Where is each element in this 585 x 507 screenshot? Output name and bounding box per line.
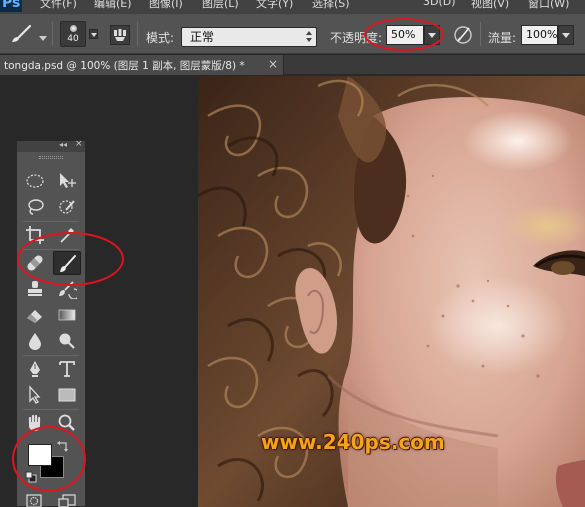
screen-mode-icon bbox=[58, 494, 76, 507]
blend-mode-value: 正常 bbox=[190, 30, 215, 44]
separator bbox=[480, 22, 481, 46]
flow-input[interactable]: 100% bbox=[521, 25, 558, 45]
pressure-opacity-toggle[interactable] bbox=[452, 24, 474, 46]
screen-mode-button[interactable] bbox=[57, 493, 79, 507]
pen-pressure-icon bbox=[454, 26, 472, 44]
panel-grip[interactable] bbox=[39, 156, 63, 159]
photoshop-logo: Ps bbox=[0, 0, 22, 12]
collapse-panel-icon[interactable]: ◂◂ bbox=[59, 140, 67, 149]
separator bbox=[23, 409, 79, 410]
dodge-icon bbox=[59, 333, 75, 349]
brush-icon bbox=[12, 24, 32, 42]
blur-tool[interactable] bbox=[21, 329, 49, 353]
move-icon bbox=[60, 173, 76, 188]
gradient-tool[interactable] bbox=[53, 303, 81, 327]
menu-type[interactable]: 文字(Y) bbox=[256, 0, 293, 11]
separator bbox=[137, 22, 138, 46]
eraser-icon bbox=[27, 310, 42, 323]
close-icon[interactable]: × bbox=[75, 139, 83, 149]
document-tab-title: tongda.psd @ 100% (图层 1 副本, 图层蒙版/8) * bbox=[4, 60, 245, 72]
flow-slider-dropdown[interactable] bbox=[558, 25, 574, 45]
menu-3d[interactable]: 3D(D) bbox=[423, 0, 456, 8]
path-selection-tool[interactable] bbox=[21, 383, 49, 407]
brush-size: 40 bbox=[67, 34, 79, 44]
tool-preset-picker[interactable] bbox=[10, 23, 36, 45]
separator bbox=[52, 22, 53, 46]
gradient-icon bbox=[58, 309, 76, 321]
marquee-icon bbox=[26, 174, 44, 188]
annotation-circle-opacity bbox=[364, 18, 444, 51]
flow-label: 流量: bbox=[488, 31, 517, 45]
close-icon[interactable]: × bbox=[268, 57, 278, 71]
brush-tip-icon bbox=[70, 25, 77, 32]
type-tool[interactable] bbox=[53, 357, 81, 381]
quick-mask-icon bbox=[26, 494, 42, 507]
lasso-icon bbox=[28, 199, 44, 215]
tools-panel-header[interactable]: ◂◂ × bbox=[17, 139, 85, 152]
options-bar: 40 模式: 正常 不透明度: 50% 流量: 100% bbox=[0, 14, 585, 54]
mode-label: 模式: bbox=[146, 31, 175, 45]
document-tab[interactable]: tongda.psd @ 100% (图层 1 副本, 图层蒙版/8) * × bbox=[0, 55, 284, 75]
path-select-icon bbox=[29, 385, 41, 404]
watermark-text: www.240ps.com bbox=[261, 430, 445, 454]
pen-tool[interactable] bbox=[21, 357, 49, 381]
brush-preset-dropdown[interactable] bbox=[89, 29, 98, 39]
menu-bar: Ps 文件(F) 编辑(E) 图像(I) 图层(L) 文字(Y) 选择(S) 3… bbox=[0, 0, 585, 14]
eraser-tool[interactable] bbox=[21, 303, 49, 327]
quick-selection-tool[interactable] bbox=[53, 195, 81, 219]
droplet-icon bbox=[29, 333, 41, 350]
dodge-tool[interactable] bbox=[53, 329, 81, 353]
brush-preset-picker[interactable]: 40 bbox=[60, 21, 86, 47]
menu-view[interactable]: 视图(V) bbox=[471, 0, 509, 11]
menu-image[interactable]: 图像(I) bbox=[149, 0, 183, 11]
preset-dropdown-arrow[interactable] bbox=[39, 32, 47, 41]
menu-edit[interactable]: 编辑(E) bbox=[94, 0, 132, 11]
foreground-color-swatch[interactable] bbox=[28, 444, 52, 466]
brush-panel-toggle[interactable] bbox=[110, 25, 130, 45]
lasso-tool[interactable] bbox=[21, 195, 49, 219]
quick-mask-button[interactable] bbox=[25, 493, 45, 507]
move-tool[interactable] bbox=[53, 169, 81, 193]
chevron-down-icon bbox=[39, 36, 47, 41]
separator bbox=[23, 221, 79, 222]
rectangle-tool[interactable] bbox=[53, 383, 81, 407]
quick-selection-icon bbox=[59, 200, 75, 214]
menu-select[interactable]: 选择(S) bbox=[312, 0, 350, 11]
marquee-tool[interactable] bbox=[21, 169, 49, 193]
separator bbox=[23, 355, 79, 356]
document-canvas[interactable]: www.240ps.com bbox=[198, 76, 585, 507]
menu-file[interactable]: 文件(F) bbox=[40, 0, 77, 11]
updown-arrows-icon bbox=[306, 31, 312, 43]
menu-layer[interactable]: 图层(L) bbox=[202, 0, 239, 11]
menu-window[interactable]: 窗口(W) bbox=[528, 0, 569, 11]
blend-mode-select[interactable]: 正常 bbox=[181, 27, 317, 47]
pen-icon bbox=[30, 361, 40, 377]
brush-panel-icon bbox=[114, 29, 126, 41]
document-tab-bar: tongda.psd @ 100% (图层 1 副本, 图层蒙版/8) * × bbox=[0, 55, 585, 75]
rectangle-icon bbox=[58, 388, 76, 402]
annotation-circle-brush bbox=[17, 232, 124, 286]
type-icon bbox=[59, 361, 75, 377]
